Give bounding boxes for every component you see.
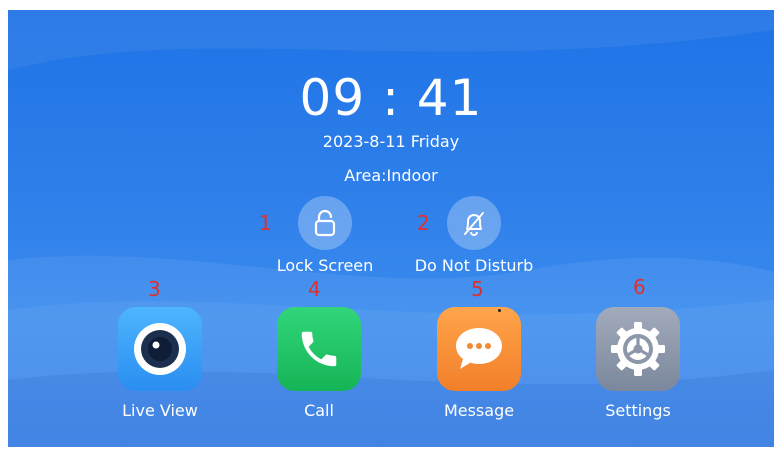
marker-2: 2 xyxy=(417,211,430,235)
bell-off-icon xyxy=(464,212,484,236)
home-screen: 09 : 41 2023-8-11 Friday Area:Indoor Loc… xyxy=(8,10,774,447)
settings-tile[interactable] xyxy=(596,307,680,391)
message-label: Message xyxy=(443,401,515,420)
message-tile[interactable] xyxy=(437,307,521,391)
marker-1: 1 xyxy=(259,211,272,235)
do-not-disturb-button[interactable]: Do Not Disturb xyxy=(414,196,534,275)
lock-icon xyxy=(314,209,336,237)
lock-screen-button[interactable]: Lock Screen xyxy=(265,196,385,275)
call-tile[interactable] xyxy=(277,307,361,391)
app-call[interactable]: Call xyxy=(259,307,379,420)
call-label: Call xyxy=(304,401,334,420)
marker-5: 5 xyxy=(471,277,484,301)
settings-label: Settings xyxy=(605,401,671,420)
lock-screen-label: Lock Screen xyxy=(276,256,374,275)
camera-icon xyxy=(134,323,186,375)
do-not-disturb-circle[interactable] xyxy=(447,196,501,250)
gear-icon xyxy=(611,322,665,376)
clock-time: 09 : 41 xyxy=(299,69,483,127)
app-live-view[interactable]: Live View xyxy=(100,307,220,420)
chat-icon xyxy=(456,328,502,369)
app-message[interactable]: Message xyxy=(419,307,539,420)
do-not-disturb-label: Do Not Disturb xyxy=(414,256,534,275)
live-view-label: Live View xyxy=(122,401,198,420)
phone-icon xyxy=(301,331,337,367)
live-view-tile[interactable] xyxy=(118,307,202,391)
notification-dot xyxy=(498,309,501,312)
app-settings[interactable]: Settings xyxy=(578,307,698,420)
marker-4: 4 xyxy=(308,277,321,301)
area-label: Area:Indoor xyxy=(344,166,438,185)
marker-3: 3 xyxy=(148,277,161,301)
clock-date: 2023-8-11 Friday xyxy=(322,132,460,151)
marker-6: 6 xyxy=(633,275,646,299)
lock-screen-circle[interactable] xyxy=(298,196,352,250)
